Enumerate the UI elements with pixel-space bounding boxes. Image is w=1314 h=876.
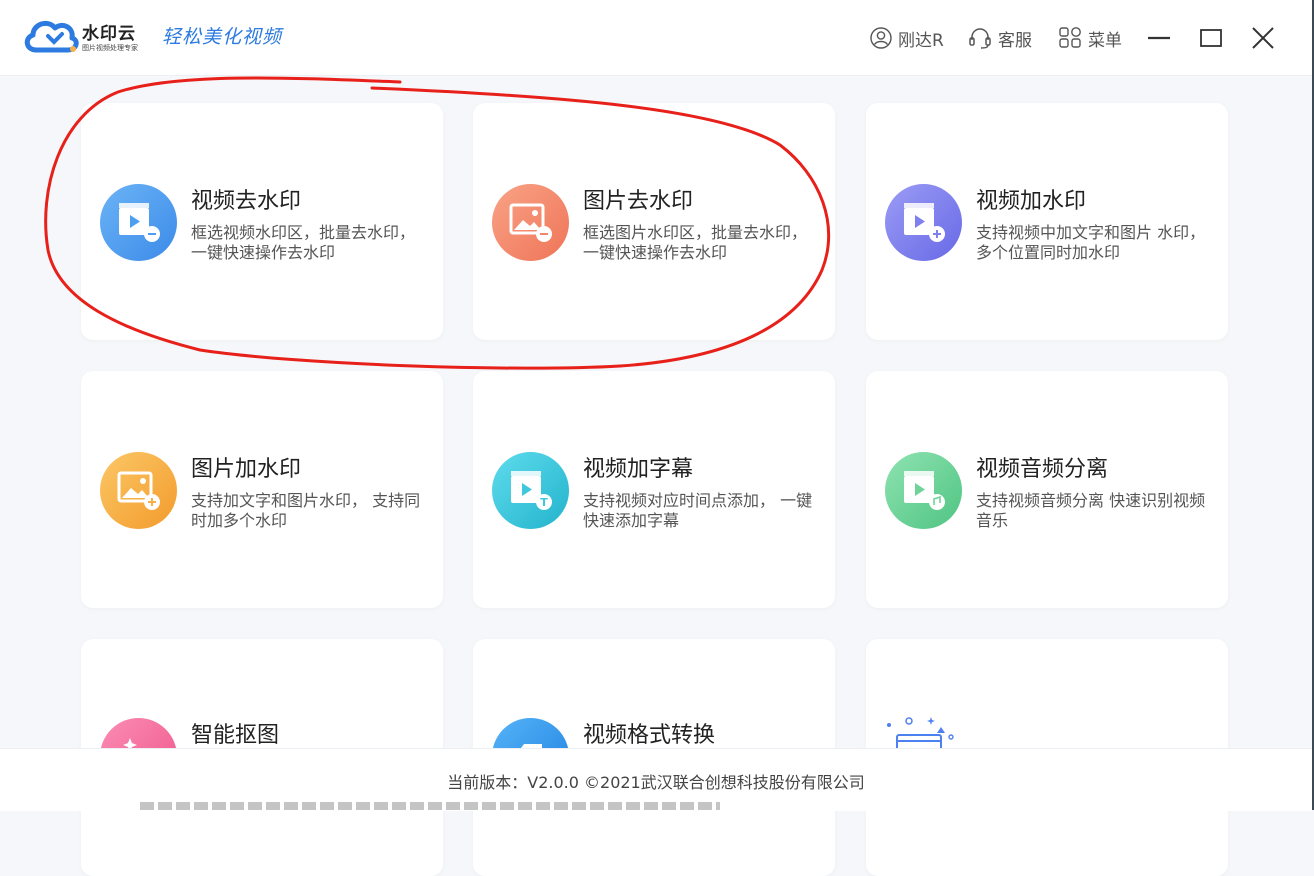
card-video-subtitle[interactable]: T 视频加字幕 支持视频对应时间点添加， 一键快速添加字幕 xyxy=(473,371,835,608)
card-image-watermark-add[interactable]: 图片加水印 支持加文字和图片水印， 支持同时加多个水印 xyxy=(81,371,443,608)
card-description: 支持视频音频分离 快速识别视频音乐 xyxy=(976,491,1206,530)
version-info: 当前版本：V2.0.0 ©2021武汉联合创想科技股份有限公司 xyxy=(447,773,865,792)
card-title: 视频格式转换 xyxy=(583,723,716,748)
user-icon xyxy=(870,27,892,49)
menu-label: 菜单 xyxy=(1088,30,1122,51)
customer-service-label: 客服 xyxy=(998,30,1032,51)
app-logo xyxy=(24,16,80,60)
card-video-audio-split[interactable]: 视频音频分离 支持视频音频分离 快速识别视频音乐 xyxy=(866,371,1228,608)
card-description: 支持视频中加文字和图片 水印，多个位置同时加水印 xyxy=(976,223,1206,262)
maximize-icon xyxy=(1200,29,1222,47)
card-title: 视频去水印 xyxy=(191,189,302,214)
image-add-icon xyxy=(100,452,177,529)
menu-button[interactable]: 菜单 xyxy=(1058,24,1122,52)
video-add-icon xyxy=(885,184,962,261)
headset-icon xyxy=(969,28,991,49)
card-description: 支持加文字和图片水印， 支持同时加多个水印 xyxy=(191,491,421,530)
card-description: 框选视频水印区，批量去水印， 一键快速操作去水印 xyxy=(191,223,416,262)
card-description: 框选图片水印区，批量去水印， 一键快速操作去水印 xyxy=(583,223,808,262)
card-title: 图片加水印 xyxy=(191,457,302,482)
close-button[interactable] xyxy=(1249,24,1277,52)
card-image-watermark-remove[interactable]: 图片去水印 框选图片水印区，批量去水印， 一键快速操作去水印 xyxy=(473,103,835,340)
app-subtitle: 图片视频处理专家 xyxy=(82,44,138,52)
card-title: 视频加水印 xyxy=(976,189,1087,214)
window-bottom-edge xyxy=(140,802,720,810)
customer-service-button[interactable]: 客服 xyxy=(968,24,1032,52)
card-description: 支持视频对应时间点添加， 一键快速添加字幕 xyxy=(583,491,813,530)
user-name: 刚达R xyxy=(898,30,944,51)
image-remove-icon xyxy=(492,184,569,261)
video-audio-icon xyxy=(885,452,962,529)
user-account-button[interactable]: 刚达R xyxy=(870,24,944,52)
video-remove-icon xyxy=(100,184,177,261)
card-video-watermark-add[interactable]: 视频加水印 支持视频中加文字和图片 水印，多个位置同时加水印 xyxy=(866,103,1228,340)
grid-icon xyxy=(1059,27,1081,48)
card-title: 视频音频分离 xyxy=(976,457,1109,482)
minimize-icon xyxy=(1148,36,1170,40)
app-name: 水印云 xyxy=(82,24,136,44)
minimize-button[interactable] xyxy=(1145,24,1173,52)
card-video-watermark-remove[interactable]: 视频去水印 框选视频水印区，批量去水印， 一键快速操作去水印 xyxy=(81,103,443,340)
card-title: 视频加字幕 xyxy=(583,457,694,482)
card-title: 图片去水印 xyxy=(583,189,694,214)
svg-text:T: T xyxy=(540,496,548,509)
card-title: 智能抠图 xyxy=(191,723,280,748)
maximize-button[interactable] xyxy=(1197,24,1225,52)
app-slogan: 轻松美化视频 xyxy=(162,26,283,48)
video-subtitle-icon: T xyxy=(492,452,569,529)
close-icon xyxy=(1252,27,1274,49)
title-bar: 水印云 图片视频处理专家 轻松美化视频 刚达R 客服 菜单 xyxy=(0,0,1312,76)
